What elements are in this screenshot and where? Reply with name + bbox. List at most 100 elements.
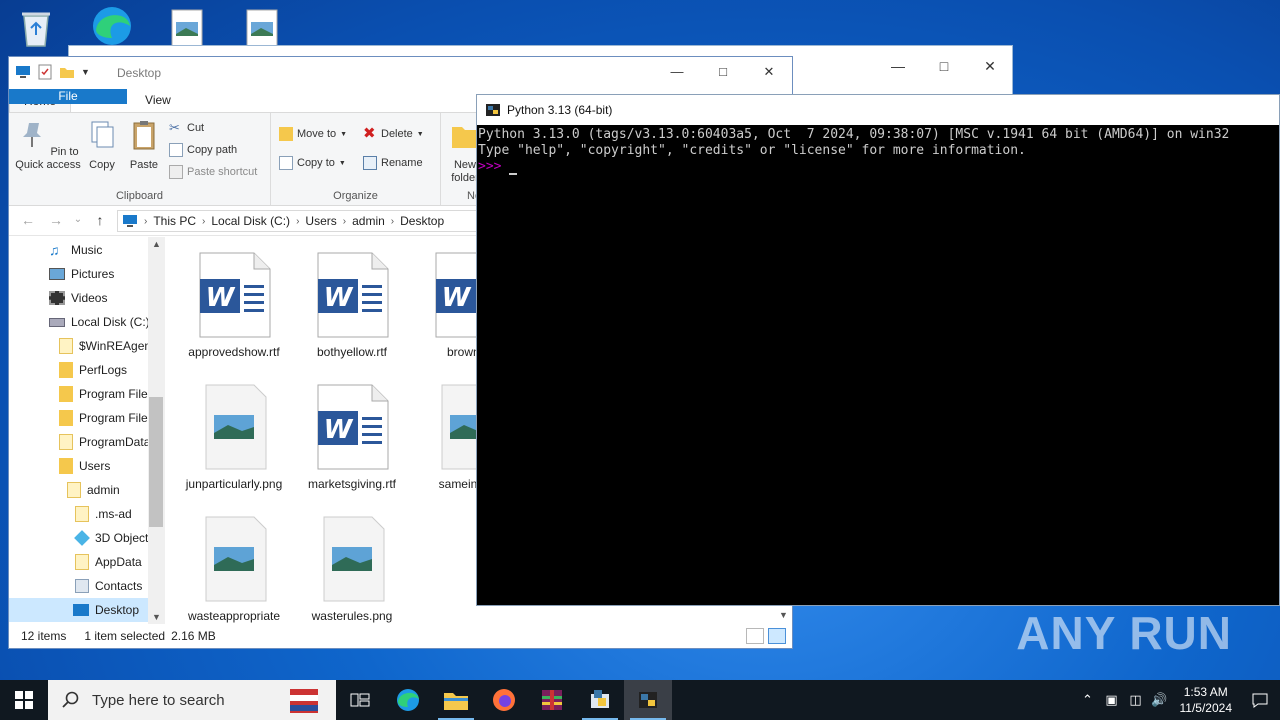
breadcrumb-local-disk[interactable]: Local Disk (C:) [211,214,290,228]
scroll-down-icon[interactable]: ▼ [152,612,161,622]
details-view-icon[interactable] [746,628,764,644]
system-clock[interactable]: 1:53 AM 11/5/2024 [1172,684,1241,716]
nav-item-appdata[interactable]: AppData [75,550,142,574]
properties-icon[interactable] [37,64,53,80]
network-icon[interactable]: ▣ [1100,680,1124,720]
python-console-taskbar-icon[interactable] [624,680,672,720]
status-bar: 12 items 1 item selected 2.16 MB [9,624,792,648]
nav-item-videos[interactable]: Videos [49,286,107,310]
new-folder-icon[interactable] [59,64,75,80]
nav-item-admin[interactable]: admin [67,478,120,502]
nav-item-music[interactable]: ♫ Music [49,238,102,262]
breadcrumb-this-pc[interactable]: This PC [153,214,196,228]
clock-date: 11/5/2024 [1179,701,1233,715]
nav-scrollbar-thumb[interactable] [149,397,163,527]
search-icon [62,691,79,708]
pin-to-quick-access-button[interactable]: Pin to Quick access [13,119,83,172]
scroll-down-icon[interactable]: ▼ [779,610,788,620]
python-installer-taskbar-icon[interactable] [576,680,624,720]
copy-path-button[interactable]: Copy path [169,143,237,157]
nav-item-3d-objects[interactable]: 3D Objects [74,526,154,550]
breadcrumb-admin[interactable]: admin [352,214,385,228]
nav-item-programdata[interactable]: ProgramData [59,430,150,454]
taskbar: Type here to search ⌃ ▣ ◫ 🔊 1:53 AM 11/5… [0,680,1280,720]
large-icons-view-icon[interactable] [768,628,786,644]
up-arrow-icon[interactable]: ↑ [91,211,109,229]
chevron-up-icon[interactable]: ⌃ [1076,680,1100,720]
image-file-icon [196,383,272,471]
close-button[interactable]: ✕ [746,57,792,87]
search-placeholder: Type here to search [92,691,225,709]
edge-desktop-icon[interactable] [88,4,136,48]
move-to-button[interactable]: Move to ▼ [279,127,347,141]
svg-text:W: W [324,415,354,445]
file-name: marketsgiving.rtf [307,477,397,491]
nav-item-program-files[interactable]: Program Files [59,382,154,406]
file-item[interactable]: W bothyellow.rtf [293,251,411,360]
minimize-button[interactable]: — [654,57,700,87]
nav-item-pictures[interactable]: Pictures [49,262,114,286]
folder-icon [59,338,73,354]
nav-item-local-disk[interactable]: Local Disk (C:) [49,310,150,334]
back-arrow-icon[interactable]: ← [19,211,37,229]
nav-item-perflogs[interactable]: PerfLogs [59,358,127,382]
task-view-icon[interactable] [336,680,384,720]
move-to-icon [279,127,293,141]
maximize-button[interactable]: □ [700,57,746,87]
file-item[interactable]: wasterules.png [293,515,411,624]
recent-locations-chevron-icon[interactable]: ⌄ [69,211,87,229]
file-explorer-taskbar-icon[interactable] [432,680,480,720]
notification-icon[interactable] [1240,680,1280,720]
pin-icon [23,123,42,147]
paste-shortcut-button[interactable]: Paste shortcut [169,165,257,179]
python-console-window[interactable]: Python 3.13 (64-bit) Python 3.13.0 (tags… [476,94,1280,606]
nav-item-contacts[interactable]: Contacts [75,574,142,598]
forward-arrow-icon[interactable]: → [47,211,65,229]
explorer-titlebar[interactable]: ▼ Desktop — □ ✕ [9,57,792,89]
drive-icon [49,317,65,327]
python-prompt: >>> [478,159,510,174]
winrar-taskbar-icon[interactable] [528,680,576,720]
breadcrumb-separator-icon: › [390,215,395,227]
file-item[interactable]: junparticularly.png [175,383,293,492]
start-button[interactable] [0,680,48,720]
nav-item-program-files-x86[interactable]: Program Files [59,406,154,430]
rename-button[interactable]: Rename [363,156,423,170]
breadcrumb-desktop[interactable]: Desktop [400,214,444,228]
address-bar[interactable]: › This PC › Local Disk (C:) › Users › ad… [117,210,477,232]
nav-item-users[interactable]: Users [59,454,110,478]
copy-to-button[interactable]: Copy to ▼ [279,156,346,170]
tab-view[interactable]: View [131,89,185,112]
python-console-output[interactable]: Python 3.13.0 (tags/v3.13.0:60403a5, Oct… [477,125,1279,177]
nav-item-winreagent[interactable]: $WinREAgent [59,334,154,358]
ethernet-icon[interactable]: ◫ [1124,680,1148,720]
tab-file[interactable]: File [9,89,127,104]
breadcrumb-users[interactable]: Users [305,214,336,228]
videos-icon [49,291,65,305]
search-highlight-icon [290,689,318,713]
python-console-titlebar[interactable]: Python 3.13 (64-bit) [477,95,1279,125]
copy-button[interactable]: Copy [85,119,119,172]
file-item[interactable]: W approvedshow.rtf [175,251,293,360]
music-icon: ♫ [49,242,60,258]
chevron-down-icon[interactable]: ▼ [81,67,90,77]
navigation-pane[interactable]: ♫ Music Pictures Videos Local Disk (C:) … [9,237,161,625]
scroll-up-icon[interactable]: ▲ [152,239,161,249]
recycle-bin-icon[interactable] [14,6,62,50]
nav-item-desktop[interactable]: Desktop [9,598,148,622]
image-file-icon [196,515,272,603]
volume-icon[interactable]: 🔊 [1148,680,1172,720]
paste-button[interactable]: Paste [125,119,163,172]
maximize-button[interactable]: □ [921,52,967,80]
close-button[interactable]: ✕ [967,52,1013,80]
delete-button[interactable]: ✖ Delete ▼ [363,126,424,141]
file-item[interactable]: wasteappropriate [175,515,293,624]
taskbar-search-box[interactable]: Type here to search [48,680,336,720]
minimize-button[interactable]: — [875,52,921,80]
edge-taskbar-icon[interactable] [384,680,432,720]
cut-button[interactable]: ✂ Cut [169,121,204,135]
nav-item-ms-ad[interactable]: .ms-ad [75,502,132,526]
file-item[interactable]: W marketsgiving.rtf [293,383,411,492]
firefox-taskbar-icon[interactable] [480,680,528,720]
text-cursor [509,173,518,175]
